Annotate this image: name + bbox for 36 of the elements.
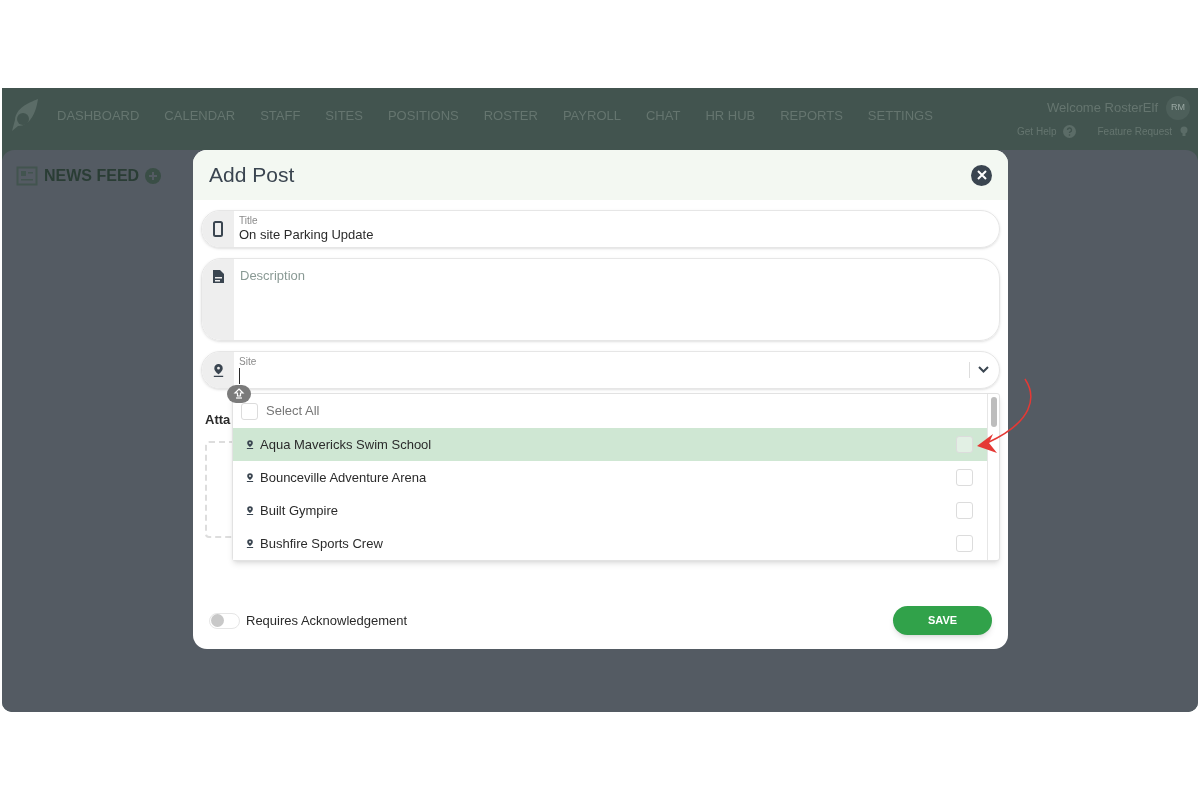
description-placeholder: Description (239, 267, 306, 285)
avatar[interactable]: RM (1166, 96, 1190, 120)
phone-icon (213, 221, 223, 237)
site-name: Aqua Mavericks Swim School (260, 435, 432, 454)
close-button[interactable] (971, 164, 992, 186)
location-pin-icon (245, 472, 255, 483)
site-name: Bushfire Sports Crew (260, 534, 383, 553)
checkbox[interactable] (956, 502, 973, 519)
dialog-title: Add Post (209, 162, 295, 189)
location-pin-icon (245, 538, 255, 549)
document-icon (211, 269, 225, 284)
text-cursor (239, 368, 240, 384)
select-all-label: Select All (266, 402, 320, 421)
add-icon[interactable] (145, 168, 162, 184)
leaf-clock-logo-icon (10, 98, 40, 134)
lightbulb-icon (1178, 125, 1190, 138)
field-label: Title (239, 215, 259, 227)
help-icon (1062, 125, 1076, 138)
attachments-label: Atta (205, 412, 231, 427)
toggle-switch[interactable] (209, 612, 240, 629)
site-name: Bounceville Adventure Arena (260, 468, 427, 487)
checkbox[interactable] (956, 535, 973, 552)
site-name: Built Gympire (260, 501, 339, 520)
field-value: On site Parking Update (239, 227, 374, 243)
site-option[interactable]: Bushfire Sports Crew (233, 527, 987, 560)
site-option[interactable]: Aqua Mavericks Swim School (233, 428, 987, 461)
field-label: Site (239, 356, 257, 368)
close-icon (976, 170, 987, 180)
checkbox[interactable] (241, 402, 258, 420)
location-pin-icon (245, 439, 255, 450)
save-button[interactable]: SAVE (893, 606, 992, 635)
description-field[interactable]: Description (201, 258, 1000, 341)
toggle-label: Requires Acknowledgement (246, 611, 408, 630)
checkbox[interactable] (956, 469, 973, 486)
location-pin-icon (245, 505, 255, 516)
chevron-down-icon[interactable] (978, 366, 989, 374)
